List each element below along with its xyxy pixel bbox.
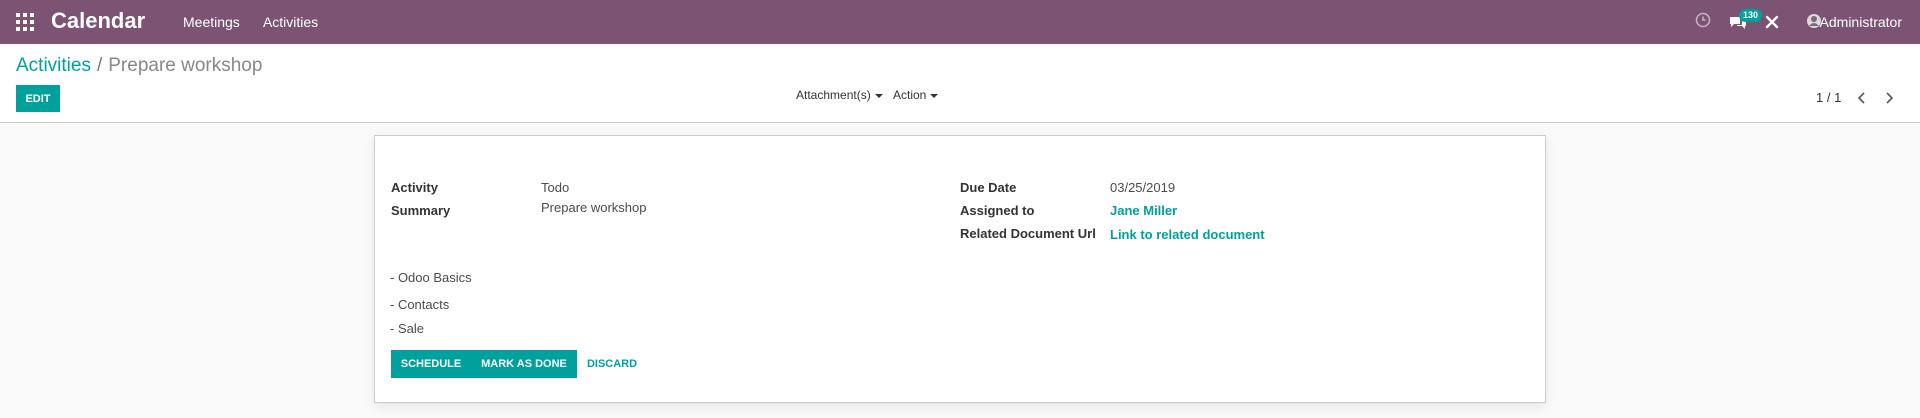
caret-down-icon <box>930 93 939 98</box>
form-sheet: Activity Todo Summary Prepare workshop D… <box>374 135 1546 403</box>
chevron-right-icon[interactable] <box>1882 89 1896 107</box>
top-navbar: Calendar Meetings Activities 130 Adminis… <box>0 0 1920 44</box>
breadcrumb-activities-link[interactable]: Activities <box>16 55 91 76</box>
schedule-button[interactable]: SCHEDULE <box>391 350 471 378</box>
summary-value: Prepare workshop <box>541 200 647 215</box>
tools-icon[interactable] <box>1765 15 1779 29</box>
user-menu[interactable]: Administrator <box>1820 13 1902 31</box>
assigned-to-label: Assigned to <box>960 203 1035 218</box>
attachments-dropdown[interactable]: Attachment(s) <box>796 87 883 103</box>
pager-value[interactable]: 1 / 1 <box>1816 89 1841 107</box>
breadcrumb-current: Prepare workshop <box>108 55 263 76</box>
discard-button[interactable]: DISCARD <box>582 350 642 378</box>
activity-clock-icon[interactable] <box>1695 12 1711 28</box>
messaging-badge: 130 <box>1739 9 1763 22</box>
menu-item-meetings[interactable]: Meetings <box>183 14 240 30</box>
note-line: - Odoo Basics <box>390 270 472 285</box>
action-label: Action <box>893 88 927 102</box>
related-document-url-label: Related Document Url <box>960 226 1096 241</box>
chevron-left-icon[interactable] <box>1855 89 1869 107</box>
assigned-to-link[interactable]: Jane Miller <box>1110 203 1177 219</box>
attachments-label: Attachment(s) <box>796 88 871 102</box>
activity-value: Todo <box>541 180 570 195</box>
related-document-link[interactable]: Link to related document <box>1110 227 1265 243</box>
due-date-value: 03/25/2019 <box>1110 180 1176 195</box>
menu-item-activities[interactable]: Activities <box>263 14 318 30</box>
edit-button[interactable]: EDIT <box>16 85 60 112</box>
summary-label: Summary <box>391 203 451 218</box>
due-date-label: Due Date <box>960 180 1017 195</box>
caret-down-icon <box>874 93 883 98</box>
note-line: - Sale <box>390 321 424 336</box>
note-line: - Contacts <box>390 297 450 312</box>
activity-label: Activity <box>391 180 438 195</box>
control-panel: Activities / Prepare workshop EDIT Attachm… <box>0 44 1920 123</box>
breadcrumb: Activities / Prepare workshop <box>16 54 262 78</box>
breadcrumb-separator: / <box>96 55 103 76</box>
main-menu: Meetings Activities <box>183 13 338 31</box>
app-title: Calendar <box>51 8 146 33</box>
action-dropdown[interactable]: Action <box>893 87 939 103</box>
messaging-menu[interactable]: 130 <box>1729 9 1763 31</box>
apps-grid-icon[interactable] <box>16 13 34 31</box>
mark-as-done-button[interactable]: MARK AS DONE <box>471 350 577 378</box>
